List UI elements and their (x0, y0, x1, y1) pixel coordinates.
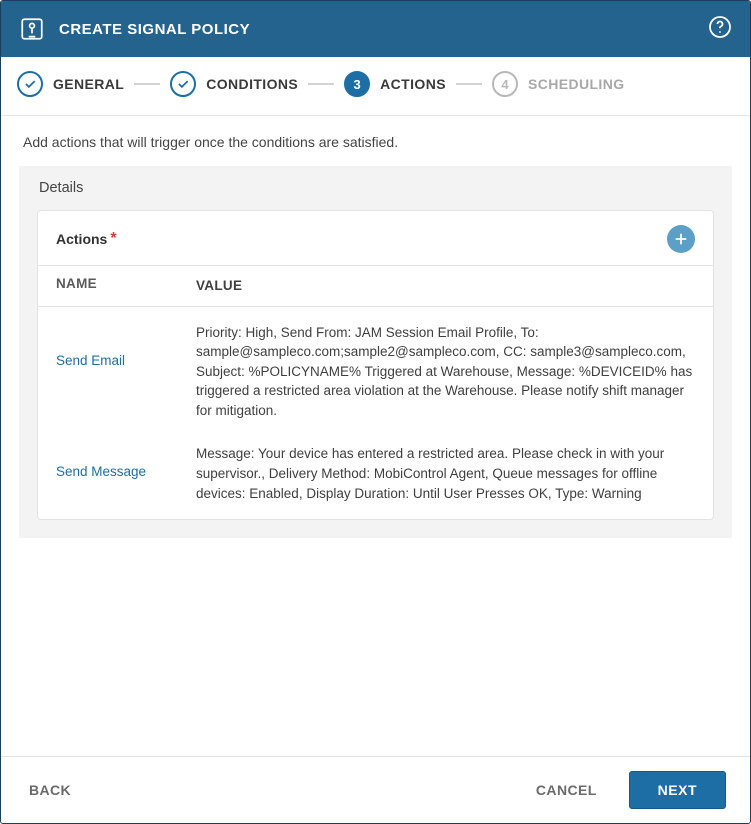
action-value-text: Priority: High, Send From: JAM Session E… (196, 323, 695, 421)
step-label: GENERAL (53, 76, 124, 92)
next-button[interactable]: NEXT (629, 771, 726, 809)
step-actions[interactable]: 3 ACTIONS (344, 71, 446, 97)
step-number: 3 (344, 71, 370, 97)
action-name-link[interactable]: Send Message (56, 444, 196, 503)
step-number: 4 (492, 71, 518, 97)
step-conditions[interactable]: CONDITIONS (170, 71, 298, 97)
dialog-title: CREATE SIGNAL POLICY (59, 21, 250, 38)
plus-icon (674, 232, 688, 246)
cancel-button[interactable]: CANCEL (532, 774, 601, 806)
step-general[interactable]: GENERAL (17, 71, 124, 97)
column-header-value: VALUE (196, 276, 695, 296)
actions-card: Actions * NAME VALUE Send Email Priority… (37, 210, 714, 520)
create-signal-policy-dialog: CREATE SIGNAL POLICY GENERAL CONDITIONS (0, 0, 751, 824)
column-header-name: NAME (56, 276, 196, 296)
action-value-text: Message: Your device has entered a restr… (196, 444, 695, 503)
dialog-body: Add actions that will trigger once the c… (1, 115, 750, 756)
wizard-stepper: GENERAL CONDITIONS 3 ACTIONS 4 SCHEDULIN… (1, 57, 750, 115)
step-connector (456, 83, 482, 85)
dialog-footer: BACK CANCEL NEXT (1, 756, 750, 823)
step-scheduling: 4 SCHEDULING (492, 71, 625, 97)
details-panel: Details Actions * NAME VALUE Send Email … (19, 166, 732, 538)
panel-title: Details (19, 166, 732, 210)
required-indicator: * (110, 230, 116, 248)
dialog-header: CREATE SIGNAL POLICY (1, 1, 750, 57)
step-label: ACTIONS (380, 76, 446, 92)
actions-title: Actions (56, 231, 107, 247)
actions-table-header: NAME VALUE (38, 266, 713, 307)
policy-icon (19, 16, 45, 42)
check-icon (170, 71, 196, 97)
check-icon (17, 71, 43, 97)
table-row: Send Message Message: Your device has en… (38, 436, 713, 519)
action-name-link[interactable]: Send Email (56, 323, 196, 421)
actions-card-header: Actions * (38, 211, 713, 266)
step-label: CONDITIONS (206, 76, 298, 92)
add-action-button[interactable] (667, 225, 695, 253)
step-connector (308, 83, 334, 85)
back-button[interactable]: BACK (25, 774, 75, 806)
step-connector (134, 83, 160, 85)
intro-text: Add actions that will trigger once the c… (19, 116, 732, 166)
help-icon[interactable] (708, 15, 732, 44)
table-row: Send Email Priority: High, Send From: JA… (38, 307, 713, 437)
step-label: SCHEDULING (528, 76, 625, 92)
